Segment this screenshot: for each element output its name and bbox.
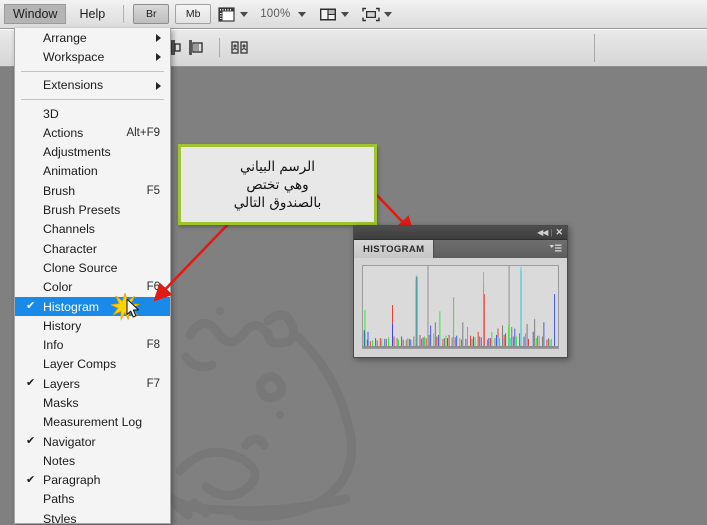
menu-bar: Window Help Br Mb 100% (0, 0, 707, 29)
submenu-arrow-icon (156, 82, 161, 90)
menu-item-histogram[interactable]: ✔ Histogram (15, 297, 170, 316)
zoom-level: 100% (260, 8, 290, 20)
menu-item-label: Histogram (43, 300, 162, 314)
menu-item-masks[interactable]: Masks (15, 393, 170, 412)
menu-help[interactable]: Help (70, 4, 114, 24)
menu-item-info[interactable]: InfoF8 (15, 335, 170, 354)
menu-item-layer-comps[interactable]: Layer Comps (15, 355, 170, 374)
menu-item-label: Measurement Log (43, 415, 162, 429)
menu-divider (21, 99, 164, 100)
menu-item-label: Extensions (43, 78, 162, 92)
panel-title-bar: ◀◀ | ✕ (354, 226, 567, 240)
menu-item-label: History (43, 319, 162, 333)
submenu-arrow-icon (156, 34, 161, 42)
menu-item-shortcut: F7 (147, 378, 162, 390)
arrange-chevron-down-icon[interactable] (341, 12, 349, 17)
menu-item-label: Brush (43, 184, 147, 198)
bridge-button[interactable]: Br (133, 4, 169, 24)
menu-item-label: Layer Comps (43, 357, 162, 371)
menu-item-paragraph[interactable]: ✔ Paragraph (15, 471, 170, 490)
menu-item-label: Workspace (43, 50, 162, 64)
histogram-panel: ◀◀ | ✕ HISTOGRAM (353, 225, 568, 358)
align-horizontal-left-icon[interactable] (186, 39, 206, 56)
menu-item-navigator[interactable]: ✔ Navigator (15, 432, 170, 451)
menu-item-channels[interactable]: Channels (15, 220, 170, 239)
screen-mode-chevron-down-icon[interactable] (384, 12, 392, 17)
title-bar-divider: | (550, 228, 552, 237)
menu-item-clone-source[interactable]: Clone Source (15, 258, 170, 277)
distribute-icon[interactable] (230, 39, 250, 56)
menubar-divider (123, 5, 124, 23)
histogram-chart (362, 265, 559, 349)
check-icon: ✔ (26, 435, 35, 447)
collapse-to-icons-icon[interactable]: ◀◀ (537, 228, 547, 237)
menu-item-measurement-log[interactable]: Measurement Log (15, 413, 170, 432)
menu-item-arrange[interactable]: Arrange (15, 28, 170, 47)
callout-line-3: بالصندوق التالي (234, 194, 322, 212)
menu-item-label: Styles (43, 512, 162, 524)
menu-item-label: Layers (43, 377, 147, 391)
toolbar-divider (219, 38, 220, 57)
menu-item-label: Notes (43, 454, 162, 468)
menu-item-color[interactable]: ColorF6 (15, 278, 170, 297)
menu-item-brush[interactable]: BrushF5 (15, 181, 170, 200)
menu-item-paths[interactable]: Paths (15, 490, 170, 509)
callout-line-1: الرسم البياني (240, 158, 315, 176)
photoshop-window: Window Help Br Mb 100% (0, 0, 707, 523)
menu-item-label: Paths (43, 492, 162, 506)
menu-item-label: Arrange (43, 31, 162, 45)
menu-item-history[interactable]: History (15, 316, 170, 335)
options-bar-divider (594, 34, 595, 62)
check-icon: ✔ (26, 377, 35, 389)
menu-item-label: Character (43, 242, 162, 256)
menu-item-label: Navigator (43, 435, 162, 449)
menu-item-character[interactable]: Character (15, 239, 170, 258)
arrange-documents-icon[interactable] (318, 6, 338, 23)
menu-item-label: Actions (43, 126, 126, 140)
screen-mode-icon[interactable] (361, 6, 381, 23)
menu-item-notes[interactable]: Notes (15, 451, 170, 470)
menu-item-label: Paragraph (43, 473, 162, 487)
tab-histogram[interactable]: HISTOGRAM (354, 240, 434, 258)
menu-window[interactable]: Window (4, 4, 66, 24)
close-icon[interactable]: ✕ (555, 228, 563, 237)
menu-item-shortcut: F6 (147, 281, 162, 293)
callout-line-2: وهي تختص (246, 176, 308, 194)
panel-tab-strip: HISTOGRAM (354, 240, 567, 259)
menu-item-brush-presets[interactable]: Brush Presets (15, 200, 170, 219)
menu-item-label: Info (43, 338, 147, 352)
menu-item-label: Adjustments (43, 145, 162, 159)
menu-item-extensions[interactable]: Extensions (15, 76, 170, 95)
check-icon: ✔ (26, 300, 35, 312)
view-extras-icon[interactable] (217, 6, 237, 23)
submenu-arrow-icon (156, 53, 161, 61)
menu-item-label: Animation (43, 164, 162, 178)
panel-body (354, 258, 567, 357)
menu-item-styles[interactable]: Styles (15, 509, 170, 524)
view-extras-chevron-down-icon[interactable] (240, 12, 248, 17)
panel-menu-icon[interactable] (549, 244, 562, 254)
menu-item-workspace[interactable]: Workspace (15, 47, 170, 66)
window-menu[interactable]: Arrange Workspace Extensions 3D ActionsAlt+F… (14, 28, 171, 524)
menu-item-adjustments[interactable]: Adjustments (15, 142, 170, 161)
menu-item-shortcut: F8 (147, 339, 162, 351)
menu-item-shortcut: Alt+F9 (126, 127, 162, 139)
minibridge-button[interactable]: Mb (175, 4, 211, 24)
menu-item-label: Channels (43, 222, 162, 236)
menu-item-label: Brush Presets (43, 203, 162, 217)
annotation-callout: الرسم البياني وهي تختص بالصندوق التالي (178, 144, 377, 225)
menu-item-shortcut: F5 (147, 185, 162, 197)
menu-item-layers[interactable]: ✔ LayersF7 (15, 374, 170, 393)
check-icon: ✔ (26, 474, 35, 486)
menu-item-label: Masks (43, 396, 162, 410)
menu-divider (21, 71, 164, 72)
zoom-chevron-down-icon[interactable] (298, 12, 306, 17)
menu-item-animation[interactable]: Animation (15, 162, 170, 181)
menu-item-3d[interactable]: 3D (15, 104, 170, 123)
menu-item-label: Clone Source (43, 261, 162, 275)
menu-item-actions[interactable]: ActionsAlt+F9 (15, 123, 170, 142)
menu-item-label: 3D (43, 107, 162, 121)
